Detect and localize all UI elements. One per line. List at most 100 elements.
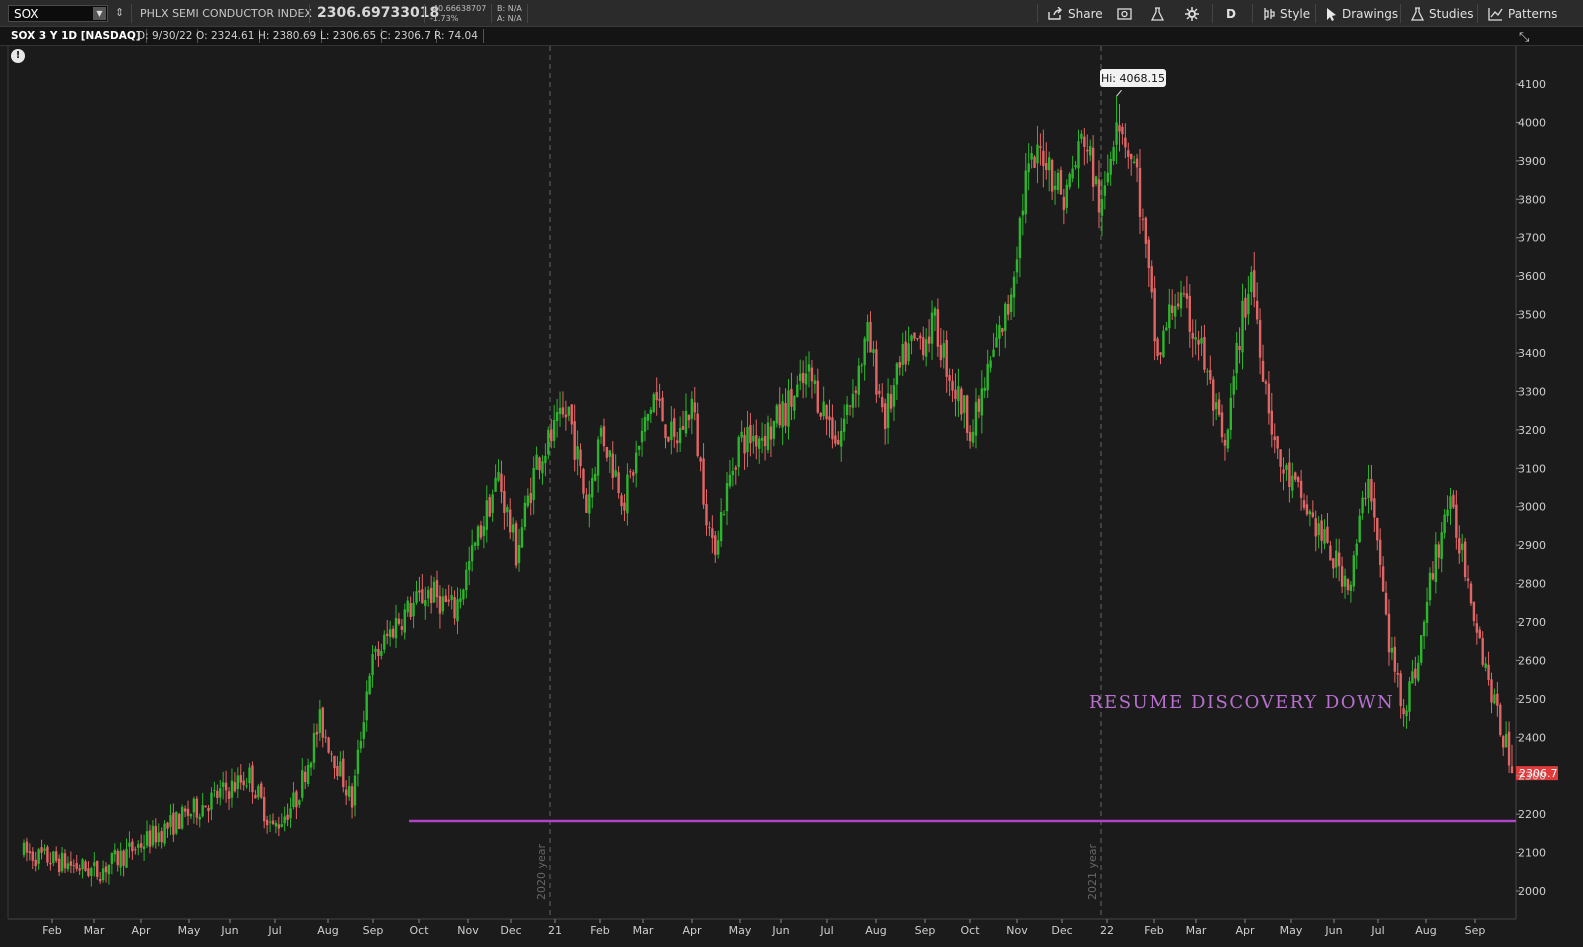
- candle-body-down: [878, 390, 881, 394]
- candle-body-down: [1437, 544, 1440, 558]
- candle-body-down: [1502, 736, 1505, 748]
- candle-body-up: [760, 437, 764, 441]
- candle-body-up: [169, 815, 172, 827]
- candle-body-up: [298, 800, 301, 805]
- time-tick-label: Nov: [1006, 924, 1028, 937]
- candle-body-down: [409, 603, 412, 618]
- price-tick-label: 2700: [1518, 616, 1546, 629]
- candle-body-down: [350, 786, 354, 808]
- candle-body-up: [860, 365, 863, 367]
- candle-body-up: [980, 388, 984, 416]
- candle-body-up: [740, 431, 743, 438]
- candle-body-down: [1302, 500, 1306, 508]
- candle-body-down: [1212, 379, 1215, 411]
- settings-button[interactable]: [1185, 5, 1199, 22]
- aggregation-button[interactable]: D: [1226, 5, 1236, 22]
- candle-body-down: [1337, 552, 1341, 567]
- chevron-down-icon[interactable]: ▼: [93, 7, 106, 20]
- candle-body-down: [277, 824, 281, 829]
- collapse-icon[interactable]: ⤡: [1519, 30, 1529, 45]
- snapshot-button[interactable]: [1117, 5, 1132, 22]
- candle-body-up: [1009, 294, 1013, 313]
- annotation-text[interactable]: RESUME DISCOVERY DOWN: [1089, 692, 1394, 713]
- candle-body-up: [1053, 185, 1057, 190]
- candle-body-up: [81, 859, 84, 870]
- flask-button[interactable]: [1151, 5, 1164, 22]
- candle-body-up: [1352, 555, 1356, 587]
- candle-body-down: [488, 496, 491, 517]
- candle-body-up: [309, 762, 313, 768]
- candle-body-up: [971, 431, 975, 443]
- symbol-input[interactable]: SOX ▼: [8, 5, 108, 22]
- studies-button[interactable]: Studies: [1411, 5, 1474, 22]
- style-button[interactable]: Style: [1262, 5, 1310, 22]
- candle-body-up: [640, 430, 644, 443]
- candle-body-up: [485, 500, 489, 530]
- drawings-button[interactable]: Drawings: [1326, 5, 1398, 22]
- candle-body-down: [889, 394, 893, 409]
- candle-body-down: [271, 820, 275, 824]
- price-tick-label: 3300: [1518, 385, 1546, 398]
- candle-body-down: [134, 849, 137, 851]
- candle-body-down: [1062, 196, 1066, 210]
- candle-body-down: [585, 494, 588, 513]
- candle-body-up: [1411, 671, 1414, 684]
- candle-body-down: [529, 493, 532, 504]
- time-tick-label: Jun: [1324, 924, 1342, 937]
- candle-body-down: [611, 453, 614, 478]
- candle-body-up: [637, 445, 641, 450]
- price-tick-label: 2100: [1518, 847, 1546, 860]
- candle-body-down: [418, 590, 421, 593]
- candle-body-down: [87, 868, 90, 876]
- candle-body-up: [1390, 647, 1394, 653]
- candle-body-down: [178, 814, 181, 830]
- candle-body-up: [722, 514, 726, 516]
- candle-body-up: [119, 850, 122, 868]
- candle-body-up: [1428, 572, 1432, 601]
- candle-body-up: [576, 446, 579, 460]
- candle-body-down: [315, 731, 319, 735]
- candle-body-down: [429, 587, 433, 604]
- flask-icon: [1151, 6, 1164, 21]
- time-tick-label: Dec: [500, 924, 521, 937]
- candle-body-down: [1045, 163, 1048, 171]
- candle-body-down: [1320, 520, 1323, 541]
- candle-body-down: [1314, 518, 1317, 537]
- candle-body-down: [1475, 623, 1479, 633]
- candle-body-down: [1209, 369, 1212, 380]
- candle-body-down: [1130, 153, 1133, 160]
- candle-body-up: [1100, 198, 1104, 216]
- candle-body-down: [1326, 526, 1329, 543]
- candle-body-down: [1455, 504, 1458, 538]
- share-button[interactable]: Share: [1048, 5, 1103, 22]
- toolbar-divider: [131, 4, 132, 23]
- candle-body-down: [242, 780, 245, 786]
- candle-body-down: [148, 830, 152, 847]
- time-axis: Feb Mar Apr May Jun Jul Aug Sep Oct Nov Dec 21 Feb Ma…: [42, 919, 1485, 937]
- candle-body-down: [69, 861, 73, 866]
- candle-body-down: [166, 822, 169, 829]
- year-separator-label: 2020 year: [535, 843, 548, 900]
- link-icon[interactable]: ⇕: [115, 6, 124, 19]
- candle-body-down: [183, 808, 187, 812]
- candle-body-up: [1094, 176, 1098, 185]
- alert-icon[interactable]: !: [11, 49, 25, 63]
- candle-body-up: [93, 862, 96, 867]
- candle-body-up: [634, 452, 638, 474]
- candle-body-down: [755, 435, 758, 447]
- candle-body-down: [1001, 328, 1004, 333]
- candle-body-down: [1279, 449, 1282, 467]
- candle-body-down: [1507, 731, 1511, 766]
- candle-body-down: [673, 418, 676, 437]
- candle-body-up: [339, 761, 342, 777]
- patterns-button[interactable]: Patterns: [1488, 5, 1557, 22]
- candle-body-down: [1402, 708, 1405, 715]
- candle-body-down: [834, 435, 837, 444]
- candle-body-up: [219, 788, 222, 798]
- price-chart[interactable]: 2020 year 2021 year Hi: 4068.15 RESUME DIS…: [0, 0, 1583, 947]
- candle-body-down: [295, 791, 298, 808]
- chart-info-bar: SOX 3 Y 1D [NASDAQ] D: 9/30/22 O: 2324.6…: [0, 27, 1583, 46]
- candle-body-down: [954, 389, 957, 399]
- time-tick-label: Jun: [771, 924, 789, 937]
- candle-body-up: [643, 416, 647, 432]
